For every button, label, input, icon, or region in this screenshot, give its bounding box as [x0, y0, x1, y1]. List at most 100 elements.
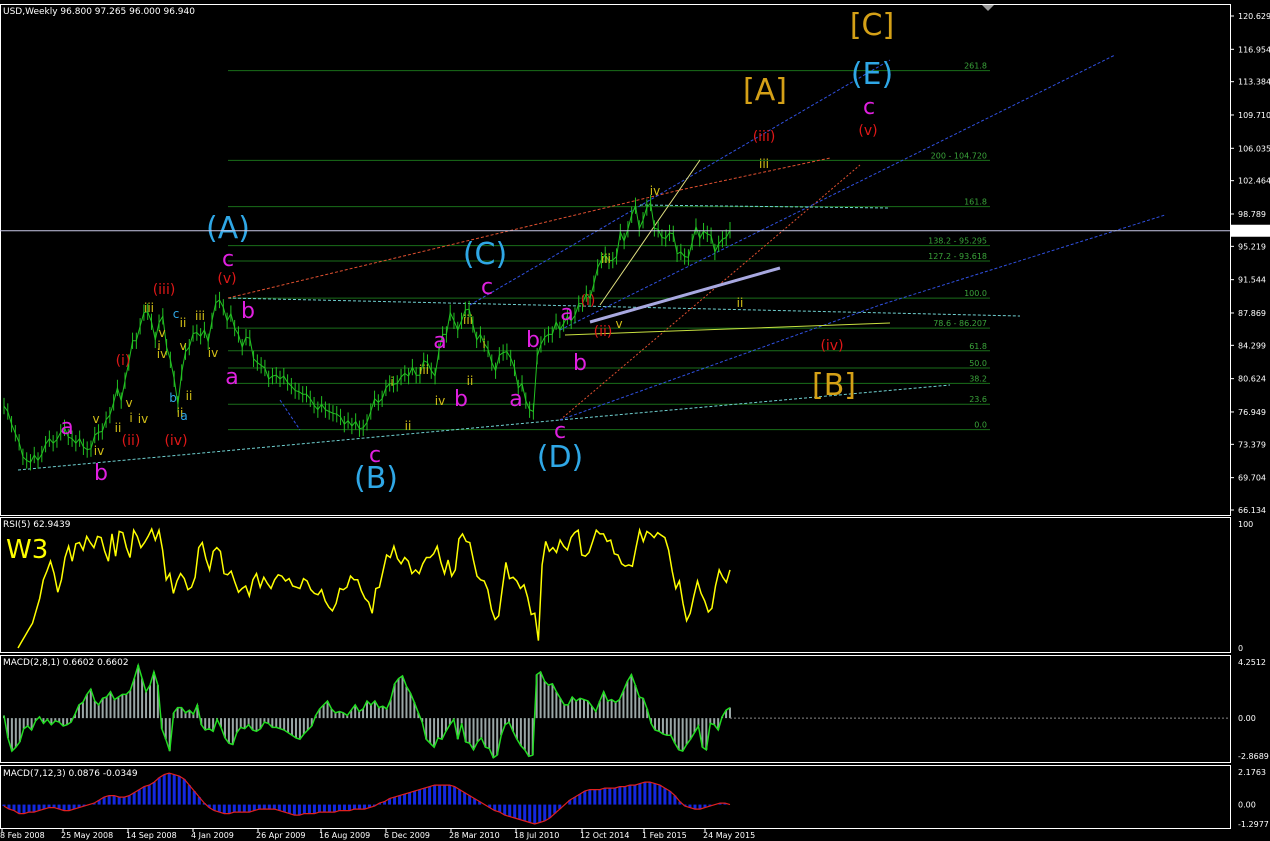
wave-label: ii	[180, 316, 187, 330]
macd1-tick-label: 0.00	[1238, 714, 1256, 723]
macd2-tick-label: 2.1763	[1238, 768, 1266, 777]
wave-label: (iv)	[164, 433, 187, 449]
fib-level-label: 0.0	[974, 421, 987, 430]
wave-label: v	[125, 396, 132, 410]
wave-label: iii	[601, 252, 611, 266]
trend-lines	[17, 54, 1166, 471]
wave-label: v	[179, 339, 186, 353]
wave-label: (ii)	[594, 324, 613, 340]
current-price-label: 96.940	[1235, 227, 1263, 236]
fib-level-label: 50.0	[969, 359, 987, 368]
wave-label: c	[554, 419, 566, 444]
macd1-tick-label: 4.2512	[1238, 658, 1266, 667]
wave-label: (i)	[116, 353, 131, 369]
fibonacci-levels: 261.8 200 - 104.720 161.8 138.2 - 95.295 127…	[228, 62, 990, 431]
price-tick-label: 76.949	[1238, 408, 1266, 417]
wave-label: ii	[737, 296, 744, 310]
wave-label: (iv)	[820, 338, 843, 354]
fib-level-label: 138.2 - 95.295	[928, 237, 987, 246]
price-tick-label: 66.134	[1238, 506, 1266, 515]
wave-label: iii	[419, 363, 429, 377]
wave-label: c	[173, 307, 180, 321]
price-tick-label: 87.869	[1238, 309, 1266, 318]
price-tick-label: 102.464	[1238, 177, 1270, 186]
rsi-tick-label: 0	[1238, 644, 1243, 653]
wave-label: (i)	[581, 293, 596, 309]
wave-label: iv	[208, 346, 218, 360]
wave-label: (iii)	[153, 282, 176, 298]
wave-label: b	[454, 387, 468, 412]
wave-label: v	[158, 326, 165, 340]
fib-level-label: 261.8	[964, 62, 987, 71]
price-tick-label: 84.299	[1238, 341, 1266, 350]
price-tick-label: 98.789	[1238, 210, 1266, 219]
wave-label: ii	[186, 389, 193, 403]
wave-label: b	[169, 391, 177, 405]
fib-level-label: 61.8	[969, 342, 987, 351]
trend-line	[879, 214, 1166, 306]
fib-level-label: 38.2	[969, 374, 987, 383]
trend-line	[589, 266, 781, 324]
rsi-w3-label: W3	[6, 535, 48, 565]
wave-label: c	[369, 443, 381, 468]
wave-label: iii	[195, 309, 205, 323]
price-tick-label: 116.954	[1238, 45, 1270, 54]
chart-canvas: 261.8 200 - 104.720 161.8 138.2 - 95.295 127…	[0, 4, 1270, 840]
trend-line	[559, 54, 1116, 331]
wave-label: iii	[759, 157, 769, 171]
rsi-line	[17, 526, 731, 649]
macd2-tick-label: -1.2977	[1238, 820, 1269, 829]
wave-label: c	[481, 275, 493, 300]
trend-line	[564, 322, 891, 336]
fib-level-label: 200 - 104.720	[931, 151, 987, 160]
wave-label: ii	[405, 419, 412, 433]
wave-label: b	[241, 299, 255, 324]
wave-label: (iii)	[753, 129, 776, 145]
macd1-tick-label: -2.8689	[1238, 752, 1269, 761]
time-tick-label: 18 Jul 2010	[514, 831, 559, 840]
wave-label: iii	[463, 313, 473, 327]
time-tick-label: 4 Jan 2009	[191, 831, 234, 840]
trend-line	[599, 159, 701, 306]
time-axis: 8 Feb 2008 25 May 2008 14 Sep 2008 4 Jan 20…	[0, 828, 755, 840]
price-tick-label: 95.219	[1238, 242, 1266, 251]
trend-line	[469, 59, 891, 306]
panel-border-rsi	[0, 517, 1231, 653]
time-tick-label: 6 Dec 2009	[384, 831, 430, 840]
wave-label: a	[560, 301, 573, 326]
fib-level-label: 161.8	[964, 198, 987, 207]
wave-label: (v)	[858, 123, 877, 139]
rsi-title: RSI(5) 62.9439	[3, 520, 71, 530]
wave-label: i	[482, 337, 485, 351]
wave-label: (C)	[463, 237, 507, 272]
wave-label: a	[60, 415, 73, 440]
wave-label: (ii)	[122, 433, 141, 449]
wave-label: v	[92, 412, 99, 426]
price-tick-label: 113.384	[1238, 78, 1270, 87]
wave-label: iii	[144, 301, 154, 315]
wave-label: b	[526, 328, 540, 353]
time-tick-label: 26 Apr 2009	[256, 831, 305, 840]
trend-line	[679, 157, 831, 191]
wave-label: i	[157, 339, 160, 353]
price-tick-label: 73.379	[1238, 440, 1266, 449]
wave-label: a	[180, 409, 187, 423]
wave-label: a	[509, 387, 522, 412]
scroll-marker-icon[interactable]	[982, 5, 994, 11]
time-tick-label: 25 May 2008	[61, 831, 113, 840]
price-tick-label: 109.710	[1238, 111, 1270, 120]
macd2-title: MACD(7,12,3) 0.0876 -0.0349	[3, 769, 138, 779]
price-tick-label: 69.704	[1238, 474, 1266, 483]
fib-level-label: 23.6	[969, 395, 987, 404]
macd1-title: MACD(2,8,1) 0.6602 0.6602	[3, 658, 129, 668]
time-tick-label: 28 Mar 2010	[449, 831, 500, 840]
wave-label: ii	[115, 421, 122, 435]
wave-label: ii	[467, 374, 474, 388]
wave-label: b	[573, 351, 587, 376]
price-tick-label: 91.544	[1238, 276, 1266, 285]
wave-label: a	[225, 365, 238, 390]
wave-label: c	[863, 95, 875, 120]
chart-title: USD,Weekly 96.800 97.265 96.000 96.940	[3, 7, 195, 17]
wave-labels: (A)(B)(C)(D)(E)[A][B][C]cccccaaaaabbbbb(…	[60, 8, 894, 496]
time-tick-label: 12 Oct 2014	[580, 831, 629, 840]
